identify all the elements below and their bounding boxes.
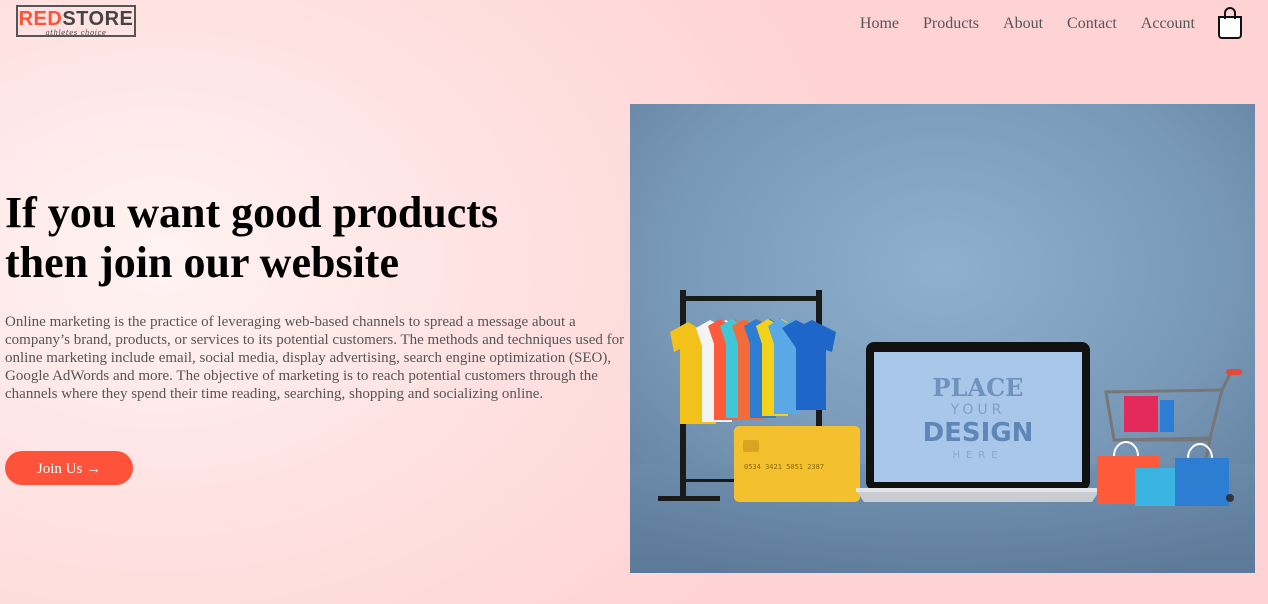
hero-image: 0534 3421 5051 2387 PLACE YOUR DESIGN HE… (630, 104, 1255, 573)
join-us-button[interactable]: Join Us → (5, 451, 133, 485)
credit-card: 0534 3421 5051 2387 (734, 426, 860, 502)
logo-red-part: RED (18, 8, 63, 30)
logo-dark-part: STORE (62, 8, 134, 30)
nav-home[interactable]: Home (860, 14, 899, 34)
logo-tagline: athletes choice (45, 29, 107, 37)
screen-line-3: DESIGN (923, 418, 1034, 448)
tshirts (670, 319, 836, 424)
nav-about[interactable]: About (1003, 14, 1043, 34)
screen-line-4: HERE (952, 450, 1003, 461)
main-nav: Home Products About Contact Account (836, 14, 1195, 34)
nav-products[interactable]: Products (923, 14, 979, 34)
screen-line-2: YOUR (950, 402, 1006, 418)
cart-button[interactable] (1216, 7, 1244, 39)
laptop: PLACE YOUR DESIGN HERE (856, 342, 1100, 502)
hero-description: Online marketing is the practice of leve… (5, 314, 625, 402)
shopping-bag-icon (1218, 7, 1242, 39)
nav-account[interactable]: Account (1141, 14, 1195, 34)
screen-line-1: PLACE (933, 373, 1024, 402)
hero-title-line-1: If you want good products (5, 188, 499, 237)
nav-contact[interactable]: Contact (1067, 14, 1117, 34)
logo-wordmark: REDSTORE (18, 9, 134, 29)
hero-title-line-2: then join our website (5, 238, 399, 287)
hero-title: If you want good products then join our … (5, 188, 565, 288)
card-number-text: 0534 3421 5051 2387 (744, 463, 824, 471)
brand-logo[interactable]: REDSTORE athletes choice (16, 5, 136, 37)
